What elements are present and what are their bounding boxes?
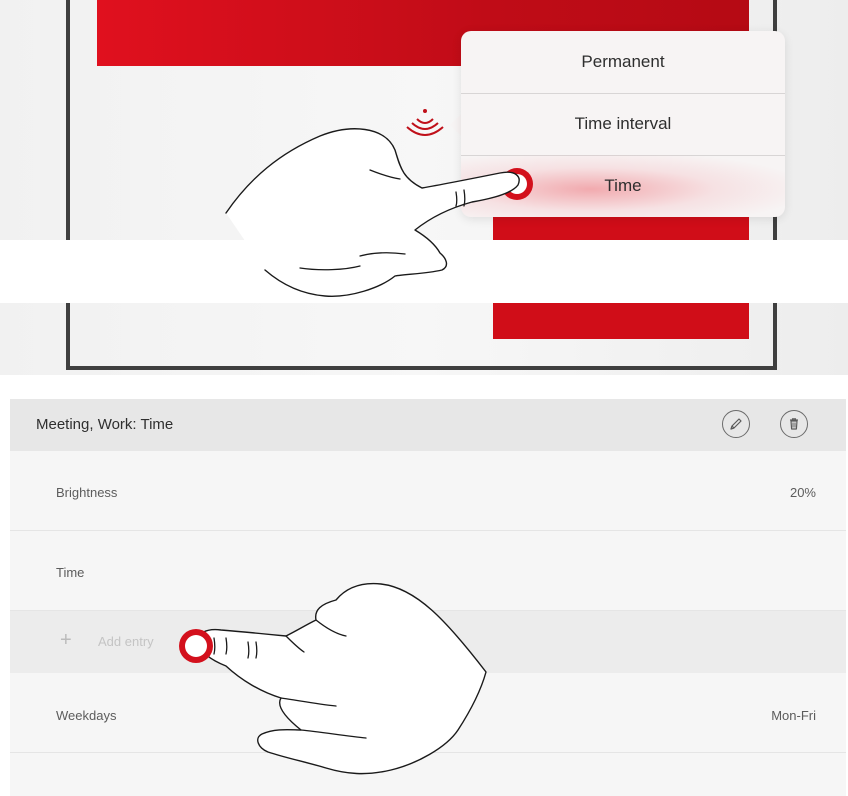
brightness-label: Brightness <box>56 485 118 500</box>
white-band <box>0 240 848 303</box>
popover-option-time-interval[interactable]: Time interval <box>461 93 785 156</box>
empty-row <box>10 753 846 796</box>
schedule-panel: Meeting, Work: Time Brightness 20% Time … <box>0 375 848 796</box>
weekdays-value: Mon-Fri <box>771 708 816 723</box>
group-header: Meeting, Work: Time <box>10 399 846 451</box>
trash-icon <box>790 418 798 430</box>
brightness-row[interactable]: Brightness 20% <box>10 451 846 531</box>
group-title: Meeting, Work: Time <box>36 416 174 433</box>
plus-icon: + <box>60 629 72 651</box>
touch-indicator-icon <box>179 629 213 663</box>
popover-option-permanent[interactable]: Permanent <box>461 31 785 94</box>
brightness-value: 20% <box>789 485 816 500</box>
add-entry-row[interactable]: + Add entry <box>10 611 846 673</box>
signal-waves-icon <box>406 109 444 136</box>
add-entry-label: Add entry <box>98 634 154 649</box>
time-row: Time <box>10 531 846 611</box>
edit-button[interactable] <box>722 410 750 438</box>
weekdays-label: Weekdays <box>56 708 117 723</box>
tablet-illustration: Permanent Time interval Time <box>0 0 848 375</box>
pencil-icon <box>730 418 742 430</box>
weekdays-row[interactable]: Weekdays Mon-Fri <box>10 673 846 753</box>
time-label: Time <box>56 565 85 580</box>
touch-indicator-icon <box>501 168 533 200</box>
delete-button[interactable] <box>780 410 808 438</box>
